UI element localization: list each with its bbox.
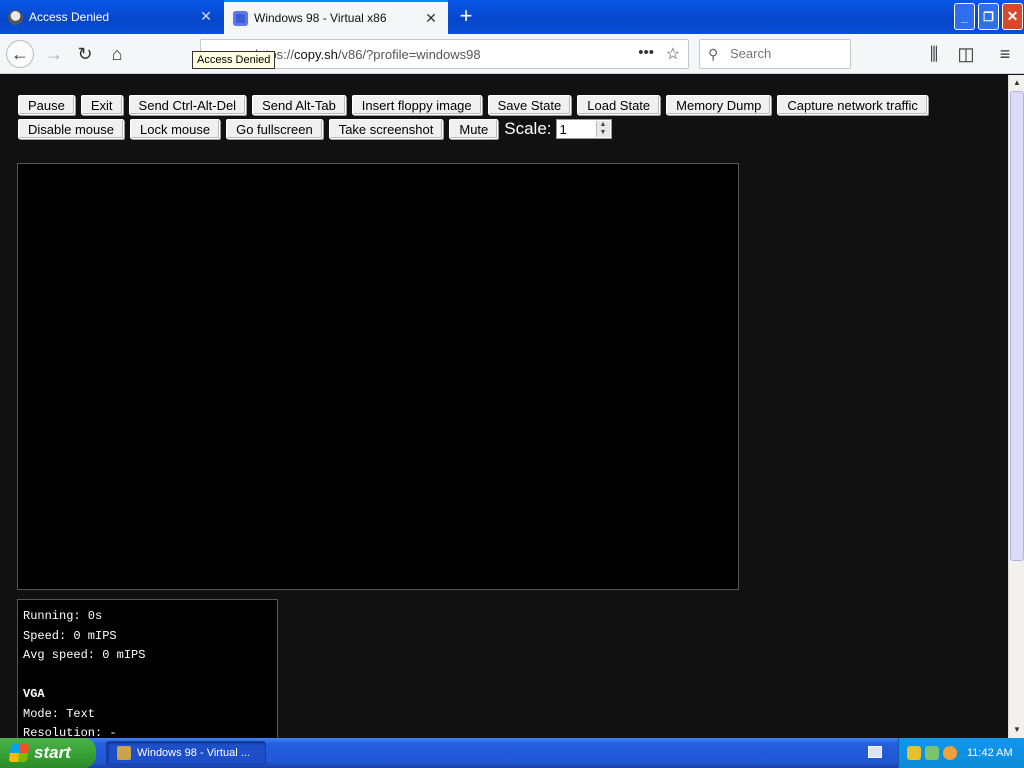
capture-network-button[interactable]: Capture network traffic [777, 95, 928, 115]
emulator-stats: Running: 0s Speed: 0 mIPS Avg speed: 0 mIP… [17, 599, 278, 738]
spin-arrows-icon[interactable]: ▲ ▼ [595, 121, 610, 137]
sidebar-icon[interactable]: ◫ [954, 42, 978, 66]
start-button[interactable]: start [0, 738, 96, 768]
screenshot-button[interactable]: Take screenshot [328, 119, 444, 139]
scroll-up-icon[interactable]: ▲ [1009, 75, 1024, 91]
disable-mouse-button[interactable]: Disable mouse [18, 119, 124, 139]
scroll-down-icon[interactable]: ▼ [1009, 722, 1024, 738]
stat-spacer [23, 666, 272, 686]
security-shield-icon[interactable] [907, 746, 921, 760]
navigation-bar: ← → ↻ ⌂ https://copy.sh/v86/?profile=win… [0, 34, 1024, 74]
search-icon: ⚲ [708, 46, 719, 62]
scroll-thumb[interactable] [1010, 91, 1024, 561]
network-icon[interactable] [925, 746, 939, 760]
home-icon[interactable]: ⌂ [105, 42, 129, 66]
fullscreen-button[interactable]: Go fullscreen [226, 119, 323, 139]
windows-logo-icon [8, 744, 30, 762]
tab-windows98[interactable]: Windows 98 - Virtual x86 ✕ [224, 0, 448, 34]
bookmark-star-icon[interactable]: ☆ [666, 44, 680, 64]
back-arrow-icon[interactable]: ← [6, 40, 34, 68]
toolbar-row-2: Disable mouse Lock mouse Go fullscreen T… [18, 119, 978, 139]
reload-icon[interactable]: ↻ [73, 42, 97, 66]
load-state-button[interactable]: Load State [577, 95, 661, 115]
stat-running: Running: 0s [23, 609, 103, 623]
pause-button[interactable]: Pause [18, 95, 75, 115]
browser-tab-bar: Access Denied ✕ Windows 98 - Virtual x86… [0, 0, 1024, 34]
close-icon[interactable]: ✕ [199, 9, 213, 23]
stat-avg-speed: Avg speed: 0 mIPS [23, 648, 146, 662]
page-content: Pause Exit Send Ctrl-Alt-Del Send Alt-Ta… [0, 75, 1008, 738]
tab-access-denied[interactable]: Access Denied ✕ [0, 0, 223, 34]
emulator-toolbar: Pause Exit Send Ctrl-Alt-Del Send Alt-Ta… [18, 95, 978, 143]
close-icon[interactable]: ✕ [424, 11, 438, 25]
search-bar[interactable]: ⚲ [699, 39, 851, 69]
mute-button[interactable]: Mute [449, 119, 499, 139]
library-icon[interactable]: ⫼ [922, 42, 946, 66]
memory-dump-button[interactable]: Memory Dump [666, 95, 772, 115]
scale-input[interactable] [556, 120, 595, 138]
insert-floppy-button[interactable]: Insert floppy image [351, 95, 482, 115]
url-text[interactable]: https://copy.sh/v86/?profile=windows98 [255, 47, 481, 62]
stat-mode: Mode: Text [23, 706, 96, 721]
system-tray: 11:42 AM [898, 738, 1024, 768]
vertical-scrollbar[interactable]: ▲ ▼ [1008, 75, 1024, 738]
keyboard-icon[interactable] [868, 746, 882, 758]
save-state-button[interactable]: Save State [487, 95, 572, 115]
window-close-button[interactable]: ✕ [1002, 3, 1023, 30]
stat-vga-heading: VGA [23, 687, 45, 701]
search-tray-icon[interactable] [943, 746, 957, 760]
search-input[interactable] [730, 46, 840, 61]
toolbar-row-1: Pause Exit Send Ctrl-Alt-Del Send Alt-Ta… [18, 95, 978, 115]
tab-label: Access Denied [29, 10, 110, 24]
new-tab-button[interactable]: + [455, 5, 477, 27]
forward-arrow-icon[interactable]: → [42, 42, 66, 66]
stat-speed: Speed: 0 mIPS [23, 628, 117, 643]
emulator-screen[interactable] [17, 163, 739, 590]
scale-stepper[interactable]: ▲▼ [555, 119, 612, 139]
send-ctrl-alt-del-button[interactable]: Send Ctrl-Alt-Del [128, 95, 247, 115]
scale-label: Scale: [504, 119, 552, 138]
tab-label: Windows 98 - Virtual x86 [254, 11, 387, 25]
task-label: Windows 98 - Virtual ... [137, 747, 250, 759]
minimize-button[interactable]: _ [954, 3, 975, 30]
page-actions-icon[interactable]: ••• [638, 44, 654, 61]
taskbar: start Windows 98 - Virtual ... 11:42 AM [0, 738, 1024, 768]
restore-button[interactable]: ❐ [978, 3, 999, 30]
send-alt-tab-button[interactable]: Send Alt-Tab [252, 95, 346, 115]
tooltip: Access Denied [192, 51, 276, 69]
firefox-icon [117, 746, 131, 760]
clock[interactable]: 11:42 AM [967, 747, 1013, 759]
globe-icon [8, 9, 23, 25]
hamburger-menu-icon[interactable]: ≡ [993, 42, 1017, 66]
lock-mouse-button[interactable]: Lock mouse [130, 119, 221, 139]
v86-icon [233, 10, 248, 26]
stat-resolution: Resolution: - [23, 726, 117, 738]
start-label: start [34, 743, 71, 762]
taskbar-item-firefox[interactable]: Windows 98 - Virtual ... [106, 741, 266, 765]
exit-button[interactable]: Exit [80, 95, 123, 115]
